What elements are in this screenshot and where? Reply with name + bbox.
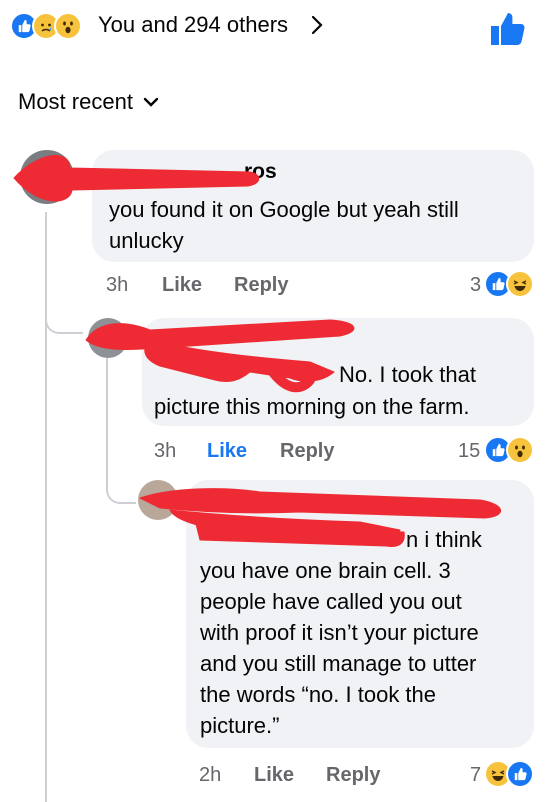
thread-elbow: [106, 474, 136, 504]
reply-link[interactable]: Reply: [234, 274, 288, 297]
reply-link[interactable]: Reply: [280, 440, 334, 463]
reaction-count[interactable]: 3: [470, 274, 481, 297]
comment-text: people have called you out: [200, 589, 462, 614]
reply-link[interactable]: Reply: [326, 764, 380, 787]
sort-dropdown[interactable]: Most recent: [18, 89, 159, 115]
like-link[interactable]: Like: [254, 764, 294, 787]
reaction-count[interactable]: 7: [470, 764, 481, 787]
avatar[interactable]: [88, 318, 128, 358]
chevron-right-icon[interactable]: [306, 14, 328, 36]
avatar[interactable]: [20, 150, 74, 204]
comment-text: the words “no. I took the: [200, 682, 437, 707]
comment-time: 2h: [199, 764, 222, 786]
chevron-down-icon: [143, 97, 159, 107]
comment-text: you have one brain cell. 3: [200, 558, 451, 583]
comment-reactions[interactable]: [484, 436, 534, 464]
comment-text: you found it on Google but yeah still: [109, 197, 459, 222]
comment-text: n i think: [406, 527, 482, 552]
reaction-summary[interactable]: [10, 10, 82, 42]
like-button-icon[interactable]: [488, 10, 528, 48]
wow-icon: [506, 436, 534, 464]
wow-icon: [54, 12, 82, 40]
like-icon: [506, 760, 534, 788]
comment-text: No. I took that: [339, 362, 476, 387]
commenter-name[interactable]: ros: [244, 160, 277, 184]
thread-line: [106, 358, 108, 474]
comment-text: with proof it isn’t your picture: [200, 620, 479, 645]
like-link[interactable]: Like: [162, 274, 202, 297]
sort-label: Most recent: [18, 89, 133, 114]
comment-reactions[interactable]: [484, 760, 534, 788]
comment-reactions[interactable]: [484, 270, 534, 298]
avatar[interactable]: [138, 480, 178, 520]
comment-text: and you still manage to utter: [200, 651, 477, 676]
like-link[interactable]: Like: [207, 440, 247, 463]
comment-text: picture this morning on the farm.: [154, 394, 470, 419]
comment-text: picture.”: [200, 713, 280, 738]
reaction-count[interactable]: 15: [458, 440, 480, 463]
comment-text: unlucky: [109, 228, 184, 253]
reaction-count-text[interactable]: You and 294 others: [98, 12, 288, 38]
comment-time: 3h: [106, 274, 129, 296]
thread-elbow: [45, 296, 83, 334]
laugh-icon: [506, 270, 534, 298]
comment-time: 3h: [154, 440, 177, 462]
